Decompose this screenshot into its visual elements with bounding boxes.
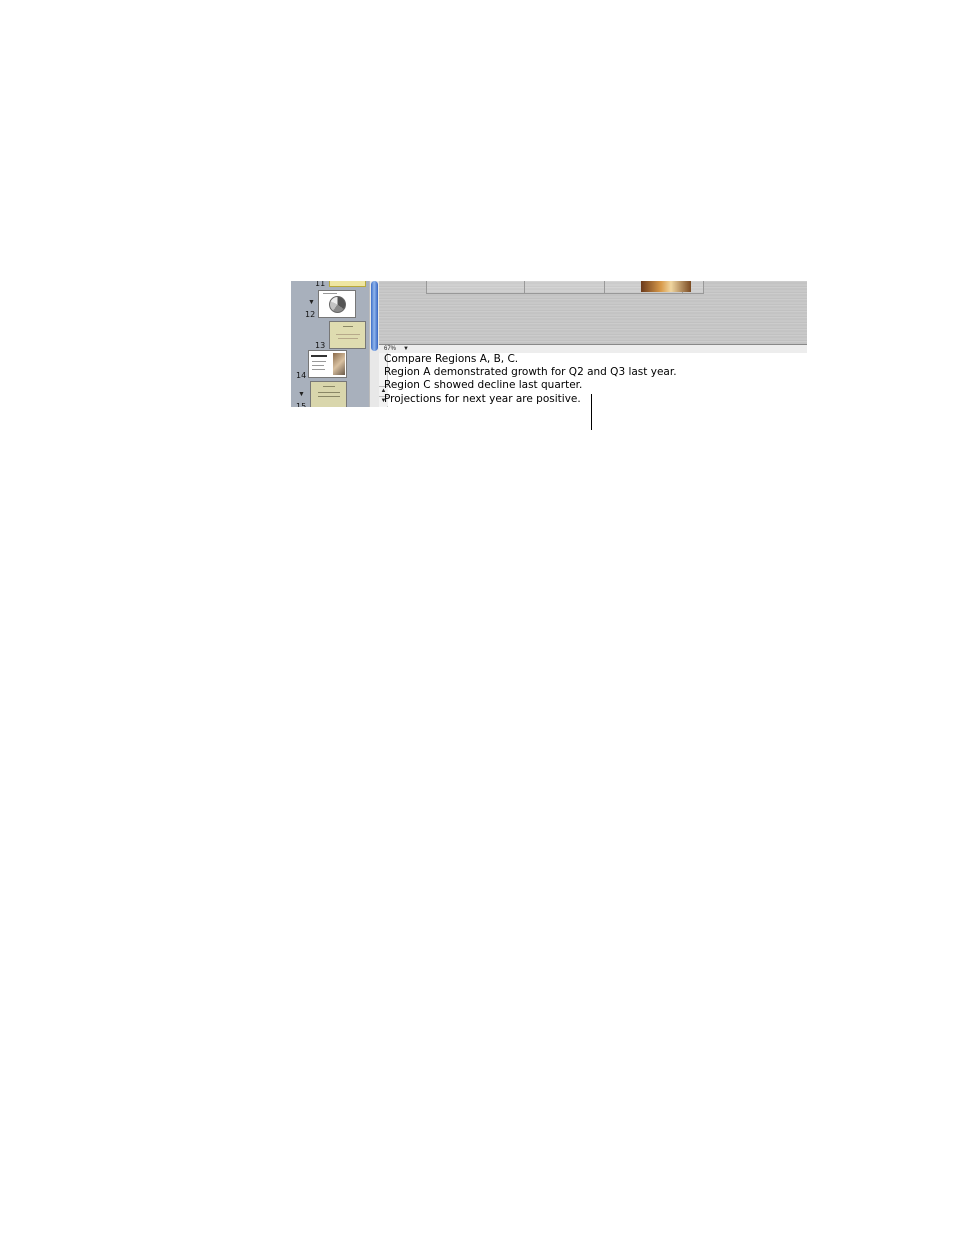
slide-thumbnail-13[interactable] [329, 321, 366, 349]
slide-thumbnail-11[interactable] [329, 281, 366, 287]
keynote-window-crop: 11 ▼ 12 13 14 ▼ 15 67% ▼ ▲ ▼ Compare Reg… [291, 281, 807, 407]
callout-leader-line [591, 394, 592, 430]
navigator-scroll-thumb[interactable] [371, 281, 378, 351]
zoom-level[interactable]: 67% [384, 345, 396, 353]
presenter-notes-field[interactable]: ▲ ▼ Compare Regions A, B, C. Region A de… [379, 353, 807, 407]
disclosure-triangle-icon[interactable]: ▼ [298, 391, 305, 398]
slide-canvas-background[interactable] [379, 281, 807, 344]
slide-number-14: 14 [296, 371, 307, 380]
slide-navigator[interactable]: 11 ▼ 12 13 14 ▼ 15 [291, 281, 369, 407]
pie-chart-icon [329, 296, 346, 313]
notes-text[interactable]: Compare Regions A, B, C. Region A demons… [384, 353, 677, 406]
slide-number-11: 11 [315, 281, 326, 288]
slide-number-15: 15 [296, 402, 307, 407]
notes-line: Region C showed decline last quarter. [384, 379, 583, 392]
navigator-scrollbar[interactable] [369, 281, 379, 407]
slide-image[interactable] [641, 281, 691, 292]
slide-number-13: 13 [315, 341, 326, 350]
disclosure-triangle-icon[interactable]: ▼ [308, 299, 315, 306]
notes-line: Region A demonstrated growth for Q2 and … [384, 366, 677, 379]
notes-line: Compare Regions A, B, C. [384, 353, 519, 365]
canvas-divider [604, 281, 605, 294]
zoom-dropdown-icon[interactable]: ▼ [403, 345, 409, 353]
canvas-divider [524, 281, 525, 294]
slide-photo-icon [333, 353, 345, 375]
slide-thumbnail-15[interactable] [310, 381, 347, 407]
slide-thumbnail-14[interactable] [308, 350, 347, 378]
slide-thumbnail-12[interactable] [318, 290, 356, 318]
notes-line: Projections for next year are positive. [384, 392, 581, 405]
slide-number-12: 12 [305, 310, 316, 319]
